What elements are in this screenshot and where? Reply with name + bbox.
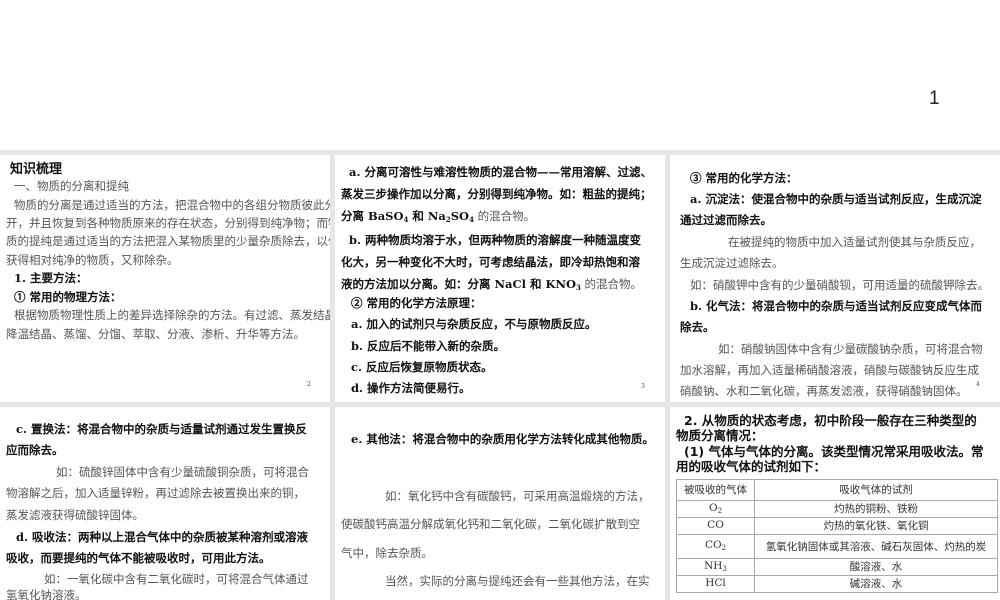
reagent-cell: 灼热的氧化铁、氧化铜 <box>754 517 998 535</box>
absorbent-table: 被吸收的气体 吸收气体的试剂 O2 灼热的铜粉、铁粉 CO 灼热的氧化铁、氧化铜… <box>676 479 998 593</box>
text-line: 如：一氧化碳中含有二氧化碳时，可将混合气体通过 <box>44 572 309 586</box>
table-row: HCl 碱溶液、水 <box>676 575 998 593</box>
text-line: 硝酸钠、水和二氧化碳，再蒸发滤液，获得硝酸钠固体。 <box>680 384 968 398</box>
text-line: 如：硝酸钠固体中含有少量碳酸钠杂质，可将混合物 <box>718 342 983 356</box>
text-line: 物质的分离是通过适当的方法，把混合物中的各组分物质彼此分 <box>14 198 330 212</box>
text-line: 开，并且恢复到各种物质原来的存在状态，分别得到纯净物；而物 <box>6 216 330 230</box>
text-line: 除去。 <box>680 320 715 334</box>
text-line: 质的提纯是通过适当的方法把混入某物质里的少量杂质除去，以便 <box>6 234 330 248</box>
slide-3: a. 分离可溶性与难溶性物质的混合物——常用溶解、过滤、 蒸发三步操作加以分离，… <box>335 155 665 402</box>
slide-page-number: 3 <box>641 383 645 390</box>
text-line: 降温结晶、蒸馏、分馏、萃取、分液、渗析、升华等方法。 <box>6 327 305 341</box>
text-line: 通过过滤而除去。 <box>680 213 772 227</box>
text-line: 使碳酸钙高温分解成氧化钙和二氧化碳，二氧化碳扩散到空 <box>341 517 640 531</box>
slide-5: c. 置换法：将混合物中的杂质与适量试剂通过发生置换反 应而除去。 如：硫酸锌固… <box>0 407 330 600</box>
text-line: a. 加入的试剂只与杂质反应，不与原物质反应。 <box>351 317 597 331</box>
gas-cell: CO <box>676 517 755 535</box>
text-line: 根据物质物理性质上的差异选择除杂的方法。有过滤、蒸发结晶、 <box>14 308 330 322</box>
gas-cell: HCl <box>676 575 755 593</box>
text-line: 如：硫酸锌固体中含有少量硫酸铜杂质，可将混合 <box>56 465 309 479</box>
slide-4: ③ 常用的化学方法： a. 沉淀法：使混合物中的杂质与适当试剂反应，生成沉淀 通… <box>670 155 1000 402</box>
text-line: ② 常用的化学方法原理： <box>351 296 482 310</box>
text-line: 吸收，而要提纯的气体不能被吸收时，可用此方法。 <box>6 551 271 565</box>
reagent-cell: 酸溶液、水 <box>754 558 998 576</box>
slide-2: 知识梳理 一、物质的分离和提纯 物质的分离是通过适当的方法，把混合物中的各组分物… <box>0 155 330 402</box>
text-line: d. 操作方法简便易行。 <box>351 381 471 395</box>
text-line: 化大，另一种变化不大时，可考虑结晶法，即冷却热饱和溶 <box>341 255 640 269</box>
text-line: 加水溶解，再加入适量稀硝酸溶液，硝酸与碳酸钠反应生成 <box>680 363 979 377</box>
text-line: 气中，除去杂质。 <box>341 546 433 560</box>
slide-title: 知识梳理 <box>10 162 63 177</box>
text-line: 如：氧化钙中含有碳酸钙，可采用高温煅烧的方法， <box>385 489 650 503</box>
text-line: 应而除去。 <box>6 443 64 457</box>
reagent-cell: 氢氧化钠固体或其溶液、碱石灰固体、灼热的炭 <box>754 534 998 559</box>
table-header-row: 被吸收的气体 吸收气体的试剂 <box>676 479 998 501</box>
slide-page-number: 4 <box>976 381 980 388</box>
text-line: 1. 主要方法： <box>14 271 88 285</box>
table-row: O2 灼热的铜粉、铁粉 <box>676 500 998 518</box>
gas-cell: O2 <box>676 500 755 518</box>
text-line: a. 沉淀法：使混合物中的杂质与适当试剂反应，生成沉淀 <box>690 192 982 206</box>
text-line: 蒸发三步操作加以分离，分别得到纯净物。如：粗盐的提纯； <box>341 187 652 201</box>
text-line: ③ 常用的化学方法： <box>690 171 798 185</box>
text-line: 物溶解之后，加入适量锌粉，再过滤除去被置换出来的铜， <box>6 486 305 500</box>
text-line: 液的方法加以分离。如：分离 NaCl 和 KNO3 的混合物。 <box>341 277 643 292</box>
table-row: CO2 氢氧化钠固体或其溶液、碱石灰固体、灼热的炭 <box>676 534 998 559</box>
reagent-cell: 灼热的铜粉、铁粉 <box>754 500 998 518</box>
table-row: NH3 酸溶液、水 <box>676 558 998 576</box>
text-line: 蒸发滤液获得硫酸锌固体。 <box>6 508 144 522</box>
text-line: 如：硝酸钾中含有的少量硝酸钡，可用适量的硫酸钾除去。 <box>690 278 989 292</box>
title-slide-area: 1 <box>0 0 1000 150</box>
table-header: 被吸收的气体 <box>676 479 755 501</box>
text-line: c. 置换法：将混合物中的杂质与适量试剂通过发生置换反 <box>16 422 308 436</box>
text-line: 在被提纯的物质中加入适量试剂使其与杂质反应， <box>728 235 981 249</box>
text-line: a. 分离可溶性与难溶性物质的混合物——常用溶解、过滤、 <box>349 165 652 179</box>
text-line: 生成沉淀过滤除去。 <box>680 256 784 270</box>
text-line: c. 反应后恢复原物质状态。 <box>351 360 493 374</box>
text-line: ① 常用的物理方法： <box>14 290 122 304</box>
reagent-cell: 碱溶液、水 <box>754 575 998 593</box>
slide-6: e. 其他法：将混合物中的杂质用化学方法转化成其他物质。 如：氧化钙中含有碳酸钙… <box>335 407 665 600</box>
text-line: 用的吸收气体的试剂如下： <box>676 459 827 474</box>
text-line: 分离 BaSO4 和 Na2SO4 的混合物。 <box>341 209 536 224</box>
text-line: 氢氧化钠溶液。 <box>6 588 87 600</box>
text-line: 当然，实际的分离与提纯还会有一些其他方法，在实 <box>385 574 650 588</box>
gas-cell: NH3 <box>676 558 755 576</box>
text-line: d. 吸收法：两种以上混合气体中的杂质被某种溶剂或溶液 <box>16 530 309 544</box>
table-row: CO 灼热的氧化铁、氧化铜 <box>676 517 998 535</box>
table-header: 吸收气体的试剂 <box>754 479 998 501</box>
text-line: e. 其他法：将混合物中的杂质用化学方法转化成其他物质。 <box>351 432 654 446</box>
text-line: 一、物质的分离和提纯 <box>14 179 129 193</box>
text-line: b. 两种物质均溶于水，但两种物质的溶解度一种随温度变 <box>349 233 642 247</box>
text-line: b. 反应后不能带入新的杂质。 <box>351 339 506 353</box>
text-line: 获得相对纯净的物质，又称除杂。 <box>6 253 179 267</box>
page-number: 1 <box>929 88 940 109</box>
gas-cell: CO2 <box>676 534 755 559</box>
slide-7: 2. 从物质的状态考虑，初中阶段一般存在三种类型的 物质分离情况： (1) 气体… <box>670 407 1000 600</box>
text-line: b. 化气法：将混合物中的杂质与适当试剂反应变成气体而 <box>690 299 983 313</box>
slide-page-number: 2 <box>307 381 311 388</box>
